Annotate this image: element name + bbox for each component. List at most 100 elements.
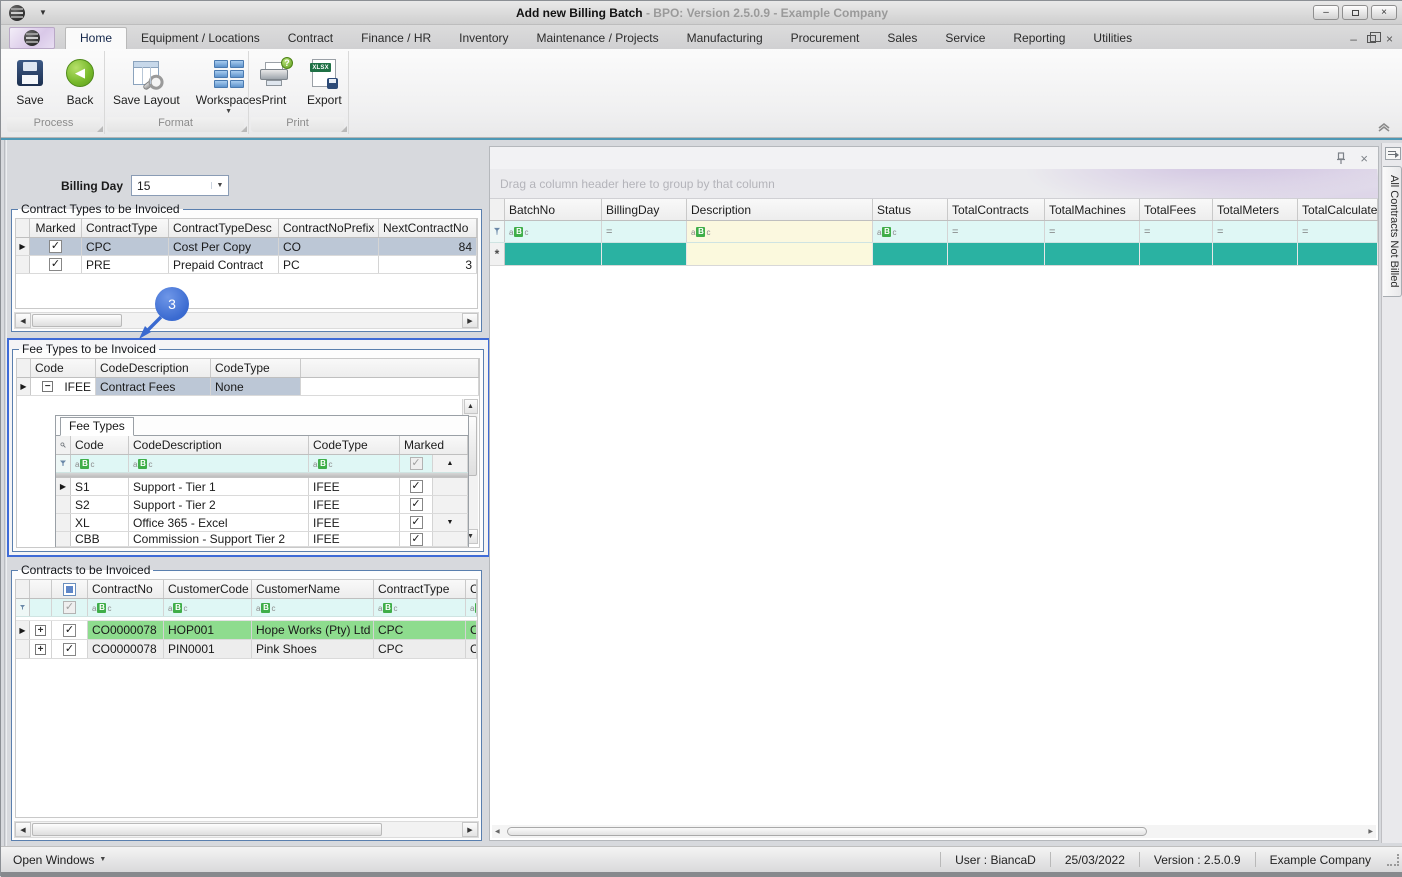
tab-equipment-locations[interactable]: Equipment / Locations [127, 28, 274, 49]
abc-filter-icon[interactable]: aBc [509, 227, 528, 237]
abc-filter-icon[interactable]: aBc [470, 603, 477, 613]
group-by-box[interactable]: Drag a column header here to group by th… [490, 169, 1378, 199]
equals-filter-icon[interactable]: = [1144, 226, 1149, 238]
print-dialog-launcher-icon[interactable] [341, 126, 347, 132]
tab-contract[interactable]: Contract [274, 28, 347, 49]
scroll-left-icon[interactable]: ◀ [492, 828, 503, 835]
col-totalmachines[interactable]: TotalMachines [1045, 199, 1140, 220]
tab-manufacturing[interactable]: Manufacturing [673, 28, 777, 49]
scroll-right-icon[interactable]: ▶ [462, 313, 478, 328]
scroll-thumb[interactable] [507, 827, 1147, 836]
table-row[interactable]: CBB Commission - Support Tier 2 IFEE ✓ [56, 532, 468, 547]
col-code[interactable]: Code [31, 359, 96, 377]
marked-checkbox[interactable]: ✓ [410, 533, 423, 546]
equals-filter-icon[interactable]: = [606, 226, 611, 238]
scroll-up-icon[interactable]: ▲ [447, 460, 454, 467]
tab-home[interactable]: Home [65, 27, 127, 49]
expand-row-button[interactable]: + [35, 625, 46, 636]
newrow-status[interactable] [873, 243, 948, 265]
minimize-button[interactable]: – [1313, 5, 1339, 20]
process-dialog-launcher-icon[interactable] [97, 126, 103, 132]
contract-types-hscrollbar[interactable]: ◀ ▶ [14, 312, 479, 329]
col-totalfees[interactable]: TotalFees [1140, 199, 1213, 220]
maximize-button[interactable] [1342, 5, 1368, 20]
equals-filter-icon[interactable]: = [952, 226, 957, 238]
newrow-billingday[interactable] [602, 243, 687, 265]
equals-filter-icon[interactable]: = [1217, 226, 1222, 238]
table-row[interactable]: ✓ PRE Prepaid Contract PC 3 [16, 256, 477, 274]
format-dialog-launcher-icon[interactable] [241, 126, 247, 132]
col-codetype[interactable]: CodeType [211, 359, 301, 377]
scroll-thumb[interactable] [32, 314, 122, 327]
abc-filter-icon[interactable]: aBc [378, 603, 397, 613]
scroll-right-icon[interactable]: ▶ [462, 822, 478, 837]
scroll-left-icon[interactable]: ◀ [15, 313, 31, 328]
col-contracttype[interactable]: ContractType [374, 580, 466, 598]
select-all-checkbox[interactable] [63, 583, 76, 596]
select-checkbox[interactable]: ✓ [63, 643, 76, 656]
ribbon-collapse-chevron-icon[interactable] [1377, 121, 1391, 133]
newrow-totalmachines[interactable] [1045, 243, 1140, 265]
mdi-close-button[interactable]: × [1386, 33, 1393, 45]
abc-filter-icon[interactable]: aBc [133, 459, 152, 469]
print-button[interactable]: ? Print [249, 55, 299, 109]
equals-filter-icon[interactable]: = [1049, 226, 1054, 238]
mdi-restore-button[interactable] [1367, 35, 1376, 43]
marked-checkbox[interactable]: ✓ [49, 258, 62, 271]
col-contracttypedesc[interactable]: ContractTypeDesc [169, 219, 279, 237]
scroll-thumb[interactable] [32, 823, 382, 836]
table-row[interactable]: ▶ S1 Support - Tier 1 IFEE ✓ [56, 478, 468, 496]
abc-filter-icon[interactable]: aBc [92, 603, 111, 613]
scroll-left-icon[interactable]: ◀ [15, 822, 31, 837]
tab-inventory[interactable]: Inventory [445, 28, 522, 49]
table-row-master[interactable]: ▶ − IFEE Contract Fees None [17, 378, 479, 396]
col-contractnoprefix[interactable]: ContractNoPrefix [279, 219, 379, 237]
expand-row-button[interactable]: + [35, 644, 46, 655]
marked-checkbox[interactable]: ✓ [410, 498, 423, 511]
abc-filter-icon[interactable]: aBc [168, 603, 187, 613]
col-billingday[interactable]: BillingDay [602, 199, 687, 220]
collapse-row-button[interactable]: − [42, 381, 53, 392]
scroll-right-icon[interactable]: ▶ [1365, 828, 1376, 835]
fee-detail-filter-row[interactable]: aBc aBc aBc ✓ ▲ [56, 455, 468, 473]
batch-hscrollbar[interactable]: ◀ ▶ [492, 825, 1376, 838]
newrow-totalmeters[interactable] [1213, 243, 1298, 265]
col-codedescription[interactable]: CodeDescription [96, 359, 211, 377]
application-button[interactable] [9, 27, 55, 49]
quick-access-dropdown-icon[interactable]: ▼ [39, 8, 47, 17]
col-codetype[interactable]: CodeType [309, 436, 400, 454]
tab-maintenance-projects[interactable]: Maintenance / Projects [523, 28, 673, 49]
newrow-totalfees[interactable] [1140, 243, 1213, 265]
col-description[interactable]: Description [687, 199, 873, 220]
abc-filter-icon[interactable]: aBc [877, 227, 896, 237]
col-totalcontracts[interactable]: TotalContracts [948, 199, 1045, 220]
resize-grip[interactable] [1387, 854, 1399, 866]
batch-filter-row[interactable]: aBc = aBc aBc = = = = = [490, 221, 1378, 243]
newrow-description[interactable] [687, 243, 873, 265]
tab-utilities[interactable]: Utilities [1079, 28, 1146, 49]
col-contracttype[interactable]: ContractType [82, 219, 169, 237]
table-row[interactable]: + ✓ CO0000078 PIN0001 Pink Shoes CPC Cos… [16, 640, 477, 659]
marked-filter-checkbox[interactable]: ✓ [410, 457, 423, 470]
col-batchno[interactable]: BatchNo [505, 199, 602, 220]
newrow-totalcontracts[interactable] [948, 243, 1045, 265]
table-row[interactable]: S2 Support - Tier 2 IFEE ✓ [56, 496, 468, 514]
table-row[interactable]: ▶ ✓ CPC Cost Per Copy CO 84 [16, 238, 477, 256]
marked-checkbox[interactable]: ✓ [410, 480, 423, 493]
scroll-up-icon[interactable]: ▲ [464, 399, 478, 414]
col-totalcalculatedvalue[interactable]: TotalCalculatedValue [1298, 199, 1378, 220]
abc-filter-icon[interactable]: aBc [75, 459, 94, 469]
col-marked[interactable]: Marked [400, 436, 468, 454]
batch-new-row[interactable]: * [490, 243, 1378, 266]
scroll-down-icon[interactable]: ▼ [447, 519, 454, 526]
abc-filter-icon[interactable]: aBc [256, 603, 275, 613]
col-contracttypedesc[interactable]: Con [466, 580, 477, 598]
newrow-batchno[interactable] [505, 243, 602, 265]
marked-checkbox[interactable]: ✓ [49, 240, 62, 253]
tab-service[interactable]: Service [931, 28, 999, 49]
select-filter-checkbox[interactable]: ✓ [63, 601, 76, 614]
contracts-filter-row[interactable]: ✓ aBc aBc aBc aBc aBc [16, 599, 477, 617]
table-row[interactable]: ▶ + ✓ CO0000078 HOP001 Hope Works (Pty) … [16, 621, 477, 640]
tab-fee-types[interactable]: Fee Types [60, 417, 134, 436]
col-marked[interactable]: Marked [30, 219, 82, 237]
